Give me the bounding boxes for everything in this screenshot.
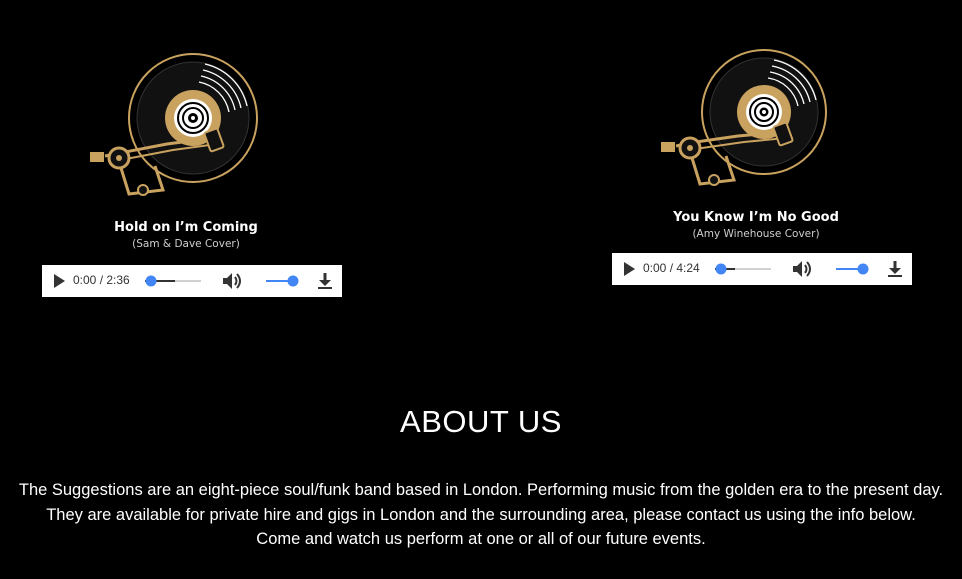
time-display: 0:00 / 4:24 xyxy=(643,261,700,275)
volume-slider[interactable] xyxy=(266,273,300,289)
vinyl-turntable-icon-svg xyxy=(661,49,827,186)
vinyl-turntable-icon-svg xyxy=(90,53,258,196)
about-line: The Suggestions are an eight-piece soul/… xyxy=(18,481,944,499)
volume-slider[interactable] xyxy=(836,261,870,277)
play-icon[interactable] xyxy=(622,262,636,276)
track-subtitle: (Amy Winehouse Cover) xyxy=(692,228,820,240)
vinyl-turntable-icon xyxy=(85,48,265,198)
page: Hold on I’m Coming (Sam & Dave Cover) 0:… xyxy=(0,0,962,579)
seek-slider[interactable] xyxy=(715,261,771,277)
audio-player[interactable]: 0:00 / 4:24 xyxy=(612,253,912,285)
volume-icon[interactable] xyxy=(792,260,812,278)
about-line: They are available for private hire and … xyxy=(46,505,916,524)
time-display: 0:00 / 2:36 xyxy=(73,273,130,287)
audio-player[interactable]: 0:00 / 2:36 xyxy=(42,265,342,297)
volume-icon[interactable] xyxy=(222,272,242,290)
track-subtitle: (Sam & Dave Cover) xyxy=(132,238,240,250)
download-icon[interactable] xyxy=(887,260,903,278)
vinyl-turntable-icon xyxy=(656,48,836,198)
track-title: Hold on I’m Coming xyxy=(114,220,258,235)
about-heading: ABOUT US xyxy=(400,404,562,439)
play-icon[interactable] xyxy=(52,274,66,288)
about-line: Come and watch us perform at one or all … xyxy=(256,530,706,548)
seek-slider[interactable] xyxy=(145,273,201,289)
about-text: The Suggestions are an eight-piece soul/… xyxy=(0,478,962,552)
track-title: You Know I’m No Good xyxy=(673,210,839,225)
download-icon[interactable] xyxy=(317,272,333,290)
